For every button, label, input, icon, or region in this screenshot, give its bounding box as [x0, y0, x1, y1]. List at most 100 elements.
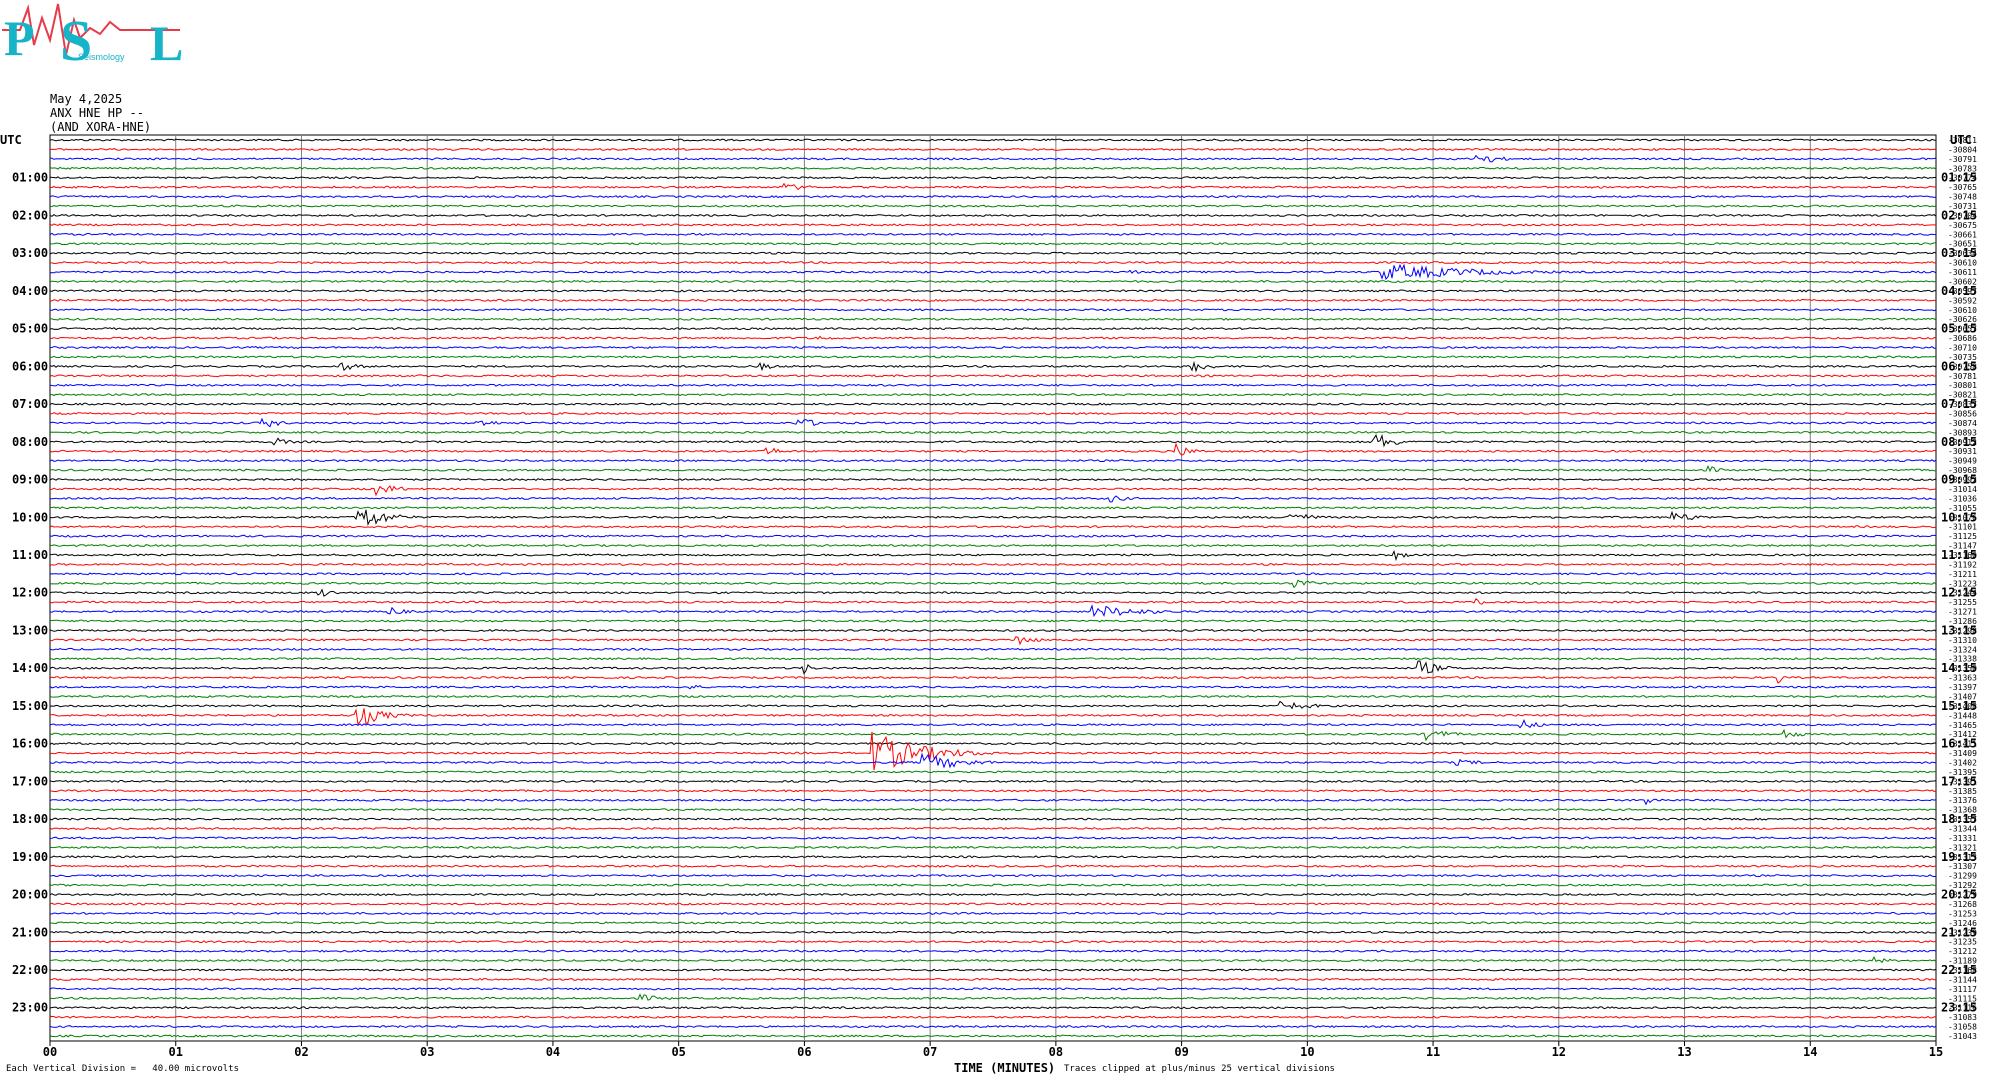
x-tick-label: 13 [1677, 1045, 1691, 1059]
trace-row [49, 412, 1937, 416]
row-offset-label: -31211 [1948, 570, 1977, 579]
right-hour-label: 02:15 [1941, 208, 1977, 222]
trace-row [49, 166, 1937, 170]
left-hour-label: 22:00 [12, 963, 48, 977]
left-hour-label: 02:00 [12, 208, 48, 222]
axis-labels: 00 01 02 03 04 05 06 07 08 09 10 11 12 13 14 15-30811-3… [0, 133, 1977, 1059]
vertical-division-note: Each Vertical Division = 40.00 microvolt… [6, 1064, 239, 1074]
trace-row [49, 534, 1937, 538]
row-offset-label: -31397 [1948, 683, 1977, 692]
right-hour-label: 14:15 [1941, 661, 1977, 675]
row-offset-label: -30611 [1948, 268, 1977, 277]
trace-row [49, 138, 1937, 142]
trace-row [49, 393, 1937, 397]
trace-row [49, 731, 1937, 771]
trace-row [49, 279, 1937, 283]
right-hour-label: 10:15 [1941, 510, 1977, 524]
trace-row [49, 628, 1937, 632]
row-offset-label: -30610 [1948, 306, 1977, 315]
right-hour-label: 04:15 [1941, 284, 1977, 298]
trace-row [49, 987, 1937, 991]
trace-row [49, 459, 1937, 463]
trace-row [49, 636, 1937, 646]
trace-row [49, 728, 1937, 742]
trace-row [49, 684, 1937, 690]
trace-row [49, 442, 1937, 456]
trace-row [49, 383, 1937, 387]
right-hour-label: 11:15 [1941, 548, 1977, 562]
trace-row [49, 289, 1937, 293]
trace-row [49, 874, 1936, 878]
row-offset-label: -31376 [1948, 796, 1977, 805]
trace-row [49, 360, 1937, 373]
right-hour-label: 13:15 [1941, 623, 1977, 637]
trace-row [49, 798, 1937, 806]
row-offset-label: -31043 [1948, 1032, 1977, 1041]
trace-row [49, 195, 1937, 199]
x-tick-label: 12 [1552, 1045, 1566, 1059]
trace-row [49, 251, 1937, 255]
right-hour-label: 12:15 [1941, 586, 1977, 600]
left-hour-label: 05:00 [12, 322, 48, 336]
trace-row [49, 588, 1937, 597]
right-hour-label: 09:15 [1941, 473, 1977, 487]
x-tick-label: 02 [294, 1045, 308, 1059]
x-tick-label: 00 [43, 1045, 57, 1059]
trace-row [49, 930, 1936, 934]
trace-row [49, 949, 1937, 953]
trace-row [49, 549, 1937, 562]
right-hour-label: 19:15 [1941, 850, 1977, 864]
trace-row [49, 433, 1937, 448]
trace-row [49, 147, 1937, 151]
trace-row [49, 694, 1937, 699]
row-offset-label: -31324 [1948, 645, 1977, 654]
trace-row [49, 742, 1937, 746]
trace-row [49, 402, 1937, 406]
row-offset-label: -31058 [1948, 1023, 1977, 1032]
trace-row [49, 955, 1937, 964]
trace-row [49, 477, 1937, 482]
plot-frame [49, 134, 1937, 1042]
left-hour-label: 10:00 [12, 510, 48, 524]
trace-row [49, 213, 1937, 218]
left-hour-label: 13:00 [12, 623, 48, 637]
right-hour-label: 07:15 [1941, 397, 1977, 411]
x-tick-label: 05 [671, 1045, 685, 1059]
row-offset-label: -31271 [1948, 608, 1977, 617]
trace-row [49, 993, 1937, 1001]
trace-row [49, 883, 1937, 887]
left-hour-label: 16:00 [12, 737, 48, 751]
trace-row [49, 232, 1937, 236]
trace-row [49, 808, 1937, 812]
left-hour-label: 21:00 [12, 925, 48, 939]
trace-row [49, 355, 1937, 359]
trace-row [49, 154, 1937, 163]
row-offset-label: -31253 [1948, 909, 1977, 918]
trace-row [49, 779, 1937, 783]
trace-row [49, 263, 1937, 281]
trace-row [49, 579, 1937, 589]
trace-row [49, 708, 1937, 726]
trace-row [49, 242, 1936, 246]
left-hour-label: 08:00 [12, 435, 48, 449]
trace-row [49, 789, 1937, 793]
trace-row [49, 619, 1937, 623]
x-tick-label: 07 [923, 1045, 937, 1059]
trace-row [49, 562, 1937, 566]
right-hour-label: 20:15 [1941, 888, 1977, 902]
trace-row [49, 911, 1937, 915]
left-hour-label: 12:00 [12, 586, 48, 600]
left-hour-label: 17:00 [12, 774, 48, 788]
trace-row [49, 544, 1937, 548]
trace-row [49, 752, 1937, 769]
row-offset-label: -30710 [1948, 343, 1977, 352]
trace-row [49, 826, 1937, 831]
x-tick-label: 03 [420, 1045, 434, 1059]
trace-row [49, 327, 1937, 331]
trace-row [49, 223, 1937, 227]
trace-row [49, 718, 1937, 729]
left-hour-label: 15:00 [12, 699, 48, 713]
right-axis-title: UTC [1950, 133, 1972, 147]
right-hour-label: 05:15 [1941, 322, 1977, 336]
row-offset-label: -30748 [1948, 193, 1977, 202]
